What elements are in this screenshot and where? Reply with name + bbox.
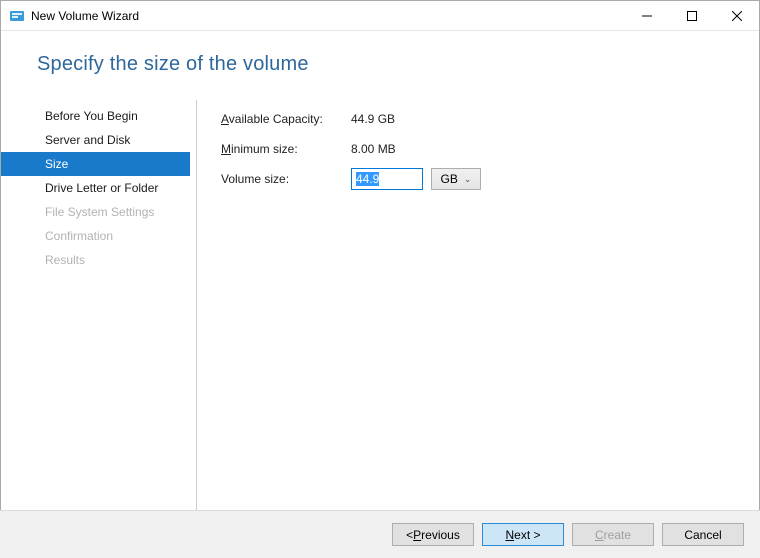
minimum-size-label: Minimum size: — [221, 142, 351, 156]
minimum-size-value: 8.00 MB — [351, 142, 396, 156]
create-button: Create — [572, 523, 654, 546]
volume-size-unit-select[interactable]: GB ⌄ — [431, 168, 481, 190]
step-size[interactable]: Size — [1, 152, 190, 176]
close-button[interactable] — [714, 1, 759, 30]
maximize-button[interactable] — [669, 1, 714, 30]
step-server-and-disk[interactable]: Server and Disk — [37, 128, 190, 152]
row-minimum-size: Minimum size: 8.00 MB — [221, 134, 481, 164]
minimize-button[interactable] — [624, 1, 669, 30]
wizard-body: Before You Begin Server and Disk Size Dr… — [1, 76, 759, 514]
volume-size-label: Volume size: — [221, 172, 351, 186]
volume-size-unit-value: GB — [441, 172, 458, 186]
available-capacity-label: Available Capacity: — [221, 112, 351, 126]
available-capacity-value: 44.9 GB — [351, 112, 395, 126]
titlebar: New Volume Wizard — [1, 1, 759, 31]
step-confirmation: Confirmation — [37, 224, 190, 248]
chevron-down-icon: ⌄ — [464, 174, 472, 185]
form-area: Available Capacity: 44.9 GB Minimum size… — [197, 100, 481, 514]
page-header: Specify the size of the volume — [1, 31, 759, 76]
step-results: Results — [37, 248, 190, 272]
step-drive-letter-or-folder[interactable]: Drive Letter or Folder — [37, 176, 190, 200]
next-button[interactable]: Next > — [482, 523, 564, 546]
step-file-system-settings: File System Settings — [37, 200, 190, 224]
wizard-footer: < Previous Next > Create Cancel — [0, 510, 760, 558]
cancel-button[interactable]: Cancel — [662, 523, 744, 546]
app-icon — [9, 8, 25, 24]
page-title: Specify the size of the volume — [37, 53, 759, 76]
window-title: New Volume Wizard — [31, 9, 139, 23]
row-volume-size: Volume size: GB ⌄ — [221, 164, 481, 194]
row-available-capacity: Available Capacity: 44.9 GB — [221, 104, 481, 134]
wizard-steps: Before You Begin Server and Disk Size Dr… — [37, 100, 197, 514]
previous-button[interactable]: < Previous — [392, 523, 474, 546]
step-before-you-begin[interactable]: Before You Begin — [37, 104, 190, 128]
volume-size-input[interactable] — [351, 168, 423, 190]
